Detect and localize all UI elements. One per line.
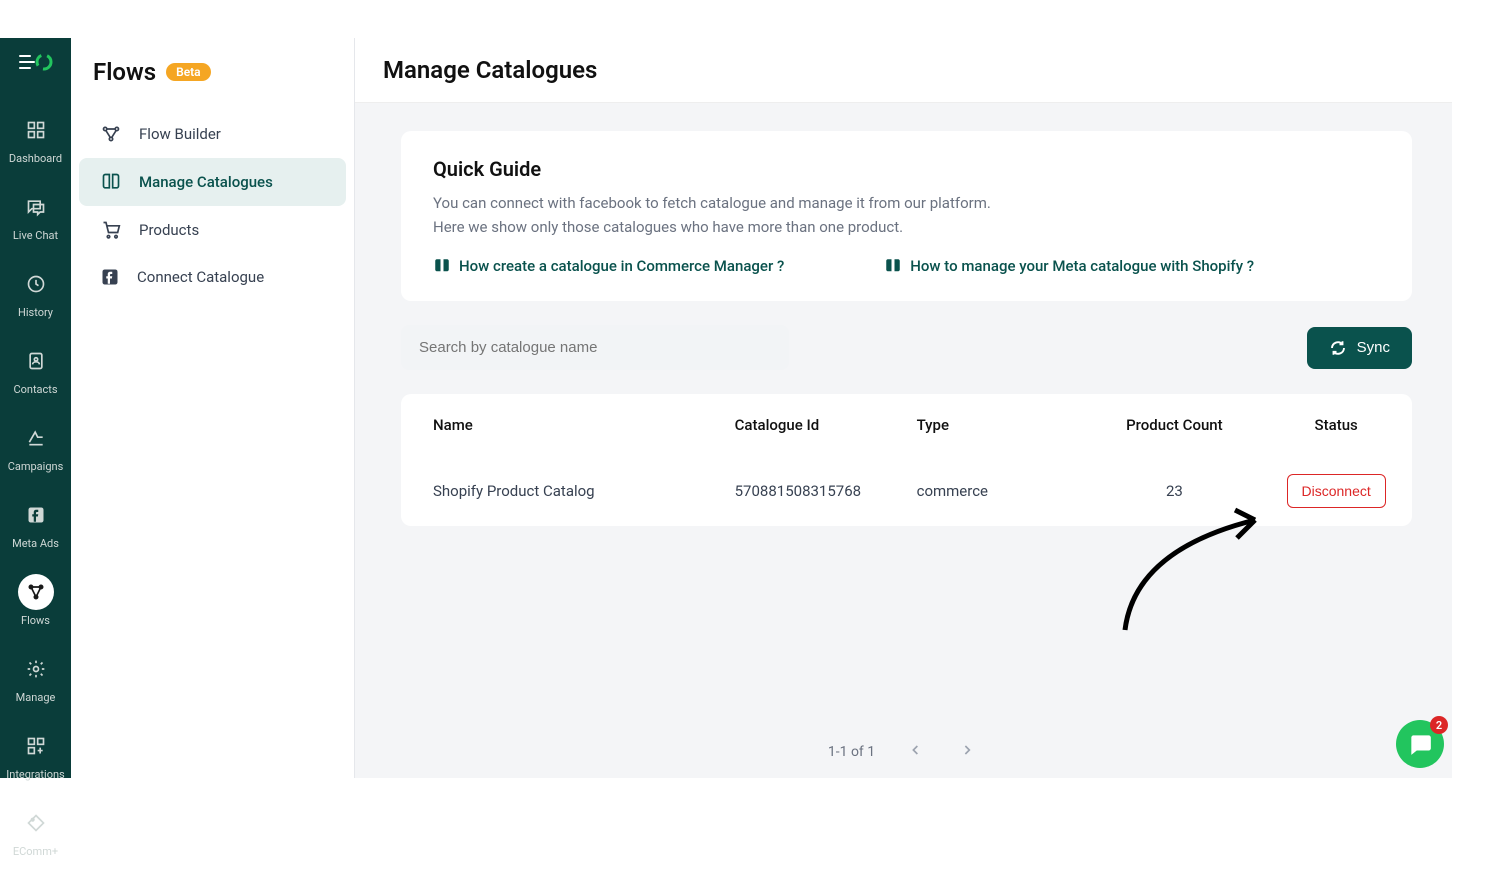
beta-badge: Beta bbox=[166, 63, 211, 81]
main-header: Manage Catalogues bbox=[355, 38, 1452, 103]
gear-icon bbox=[18, 651, 54, 687]
chevron-right-icon bbox=[959, 742, 975, 758]
nav-dashboard[interactable]: Dashboard bbox=[0, 100, 71, 177]
cart-icon bbox=[101, 220, 121, 240]
sidebar-item-label: Flow Builder bbox=[139, 125, 221, 143]
sidebar-item-label: Manage Catalogues bbox=[139, 173, 273, 191]
nav-manage[interactable]: Manage bbox=[0, 639, 71, 716]
primary-nav: Dashboard Live Chat History Contacts Cam… bbox=[0, 38, 71, 778]
nav-meta-ads[interactable]: Meta Ads bbox=[0, 485, 71, 562]
nav-label: Live Chat bbox=[13, 229, 58, 242]
sync-label: Sync bbox=[1357, 339, 1390, 356]
chat-widget[interactable]: 2 bbox=[1396, 720, 1444, 768]
disconnect-button[interactable]: Disconnect bbox=[1287, 474, 1386, 508]
nav-flows[interactable]: Flows bbox=[0, 562, 71, 639]
campaigns-icon bbox=[18, 420, 54, 456]
guide-link-label: How create a catalogue in Commerce Manag… bbox=[459, 257, 784, 275]
quick-guide-text1: You can connect with facebook to fetch c… bbox=[433, 191, 1380, 215]
sidebar-item-label: Products bbox=[139, 221, 199, 239]
flow-builder-icon bbox=[101, 124, 121, 144]
nav-label: Contacts bbox=[13, 383, 57, 396]
chat-icon bbox=[18, 189, 54, 225]
nav-live-chat[interactable]: Live Chat bbox=[0, 177, 71, 254]
pagination-text: 1-1 of 1 bbox=[828, 744, 875, 760]
sidebar-item-flow-builder[interactable]: Flow Builder bbox=[79, 110, 346, 158]
col-status: Status bbox=[1260, 394, 1412, 456]
cell-type: commerce bbox=[917, 456, 1089, 526]
quick-guide-title: Quick Guide bbox=[433, 157, 1380, 181]
content-area: Quick Guide You can connect with faceboo… bbox=[355, 103, 1452, 526]
chat-bubble-icon bbox=[1407, 731, 1433, 757]
book-icon bbox=[433, 257, 451, 275]
history-icon bbox=[18, 266, 54, 302]
col-name: Name bbox=[401, 394, 735, 456]
book-icon bbox=[101, 172, 121, 192]
sync-button[interactable]: Sync bbox=[1307, 327, 1412, 369]
nav-label: Integrations bbox=[6, 768, 64, 781]
nav-label: Manage bbox=[16, 691, 56, 704]
nav-label: EComm+ bbox=[13, 845, 58, 858]
main-area: Manage Catalogues Quick Guide You can co… bbox=[355, 38, 1452, 778]
col-count: Product Count bbox=[1088, 394, 1260, 456]
col-id: Catalogue Id bbox=[735, 394, 917, 456]
sidebar-title: Flows bbox=[93, 58, 156, 86]
quick-guide-card: Quick Guide You can connect with faceboo… bbox=[401, 131, 1412, 301]
quick-guide-text2: Here we show only those catalogues who h… bbox=[433, 215, 1380, 239]
integrations-icon bbox=[18, 728, 54, 764]
nav-contacts[interactable]: Contacts bbox=[0, 331, 71, 408]
cell-count: 23 bbox=[1088, 456, 1260, 526]
sidebar-header: Flows Beta bbox=[71, 58, 354, 110]
table-row: Shopify Product Catalog 570881508315768 … bbox=[401, 456, 1412, 526]
page-prev[interactable] bbox=[903, 738, 927, 766]
guide-link-shopify[interactable]: How to manage your Meta catalogue with S… bbox=[884, 257, 1254, 275]
page-title: Manage Catalogues bbox=[383, 56, 1424, 84]
flows-icon bbox=[18, 574, 54, 610]
nav-ecomm[interactable]: EComm+ bbox=[0, 793, 71, 870]
catalogue-table: Name Catalogue Id Type Product Count Sta… bbox=[401, 394, 1412, 526]
nav-label: Dashboard bbox=[9, 152, 62, 165]
sidebar-item-manage-catalogues[interactable]: Manage Catalogues bbox=[79, 158, 346, 206]
sync-icon bbox=[1329, 339, 1347, 357]
guide-link-label: How to manage your Meta catalogue with S… bbox=[910, 257, 1254, 275]
facebook-icon bbox=[101, 268, 119, 286]
nav-label: Flows bbox=[21, 614, 50, 627]
app-logo bbox=[18, 52, 54, 72]
toolbar: Sync bbox=[401, 325, 1412, 370]
guide-link-commerce-manager[interactable]: How create a catalogue in Commerce Manag… bbox=[433, 257, 784, 275]
cell-name: Shopify Product Catalog bbox=[401, 456, 735, 526]
nav-label: History bbox=[18, 306, 53, 319]
facebook-icon bbox=[18, 497, 54, 533]
page-next[interactable] bbox=[955, 738, 979, 766]
chevron-left-icon bbox=[907, 742, 923, 758]
book-icon bbox=[884, 257, 902, 275]
sidebar-item-label: Connect Catalogue bbox=[137, 268, 264, 286]
sidebar-item-products[interactable]: Products bbox=[79, 206, 346, 254]
chat-badge: 2 bbox=[1430, 716, 1448, 734]
dashboard-icon bbox=[18, 112, 54, 148]
tag-icon bbox=[18, 805, 54, 841]
col-type: Type bbox=[917, 394, 1089, 456]
flows-sidebar: Flows Beta Flow Builder Manage Catalogue… bbox=[71, 38, 355, 778]
pagination: 1-1 of 1 bbox=[828, 738, 979, 766]
cell-id: 570881508315768 bbox=[735, 456, 917, 526]
nav-history[interactable]: History bbox=[0, 254, 71, 331]
nav-integrations[interactable]: Integrations bbox=[0, 716, 71, 793]
sidebar-item-connect-catalogue[interactable]: Connect Catalogue bbox=[79, 254, 346, 300]
nav-label: Meta Ads bbox=[12, 537, 59, 550]
nav-campaigns[interactable]: Campaigns bbox=[0, 408, 71, 485]
search-input[interactable] bbox=[401, 325, 789, 370]
contacts-icon bbox=[18, 343, 54, 379]
nav-label: Campaigns bbox=[8, 460, 64, 473]
